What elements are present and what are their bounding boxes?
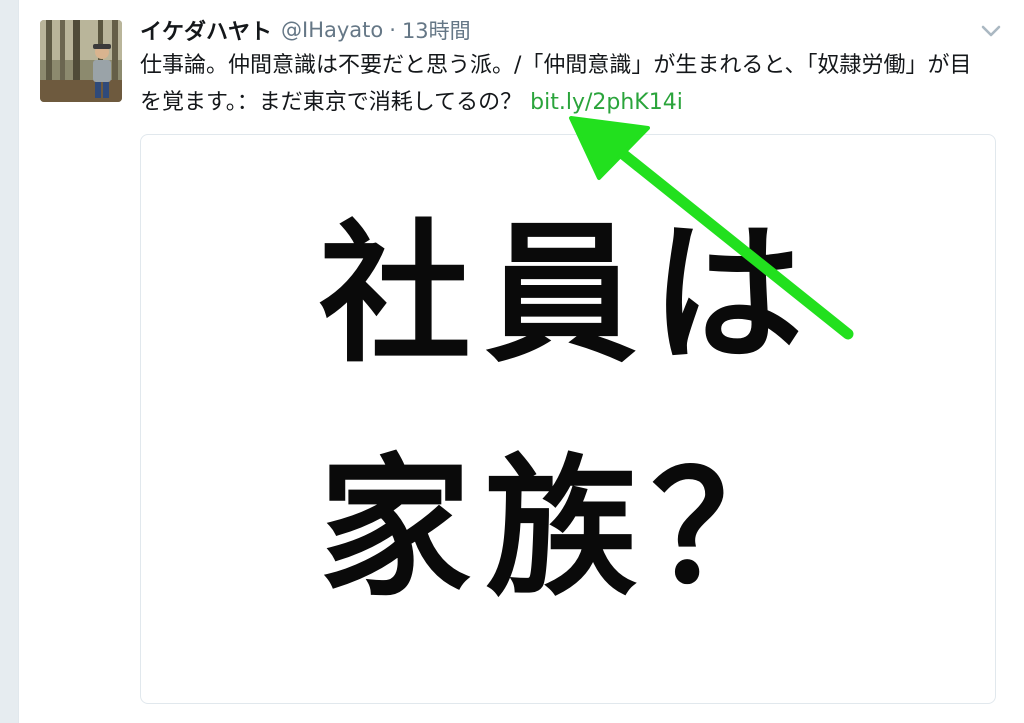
card-headline-line-1: 社員は [319,206,817,383]
author-handle[interactable]: @IHayato [281,18,383,42]
author-name[interactable]: イケダハヤト [140,14,272,46]
tweet-text: 仕事論。仲間意識は不要だと思う派。/「仲間意識」が生まれると、「奴隷労働」が目を… [140,47,980,121]
tweet[interactable]: イケダハヤト @IHayato · 13時間 仕事論。仲間意識は不要だと思う派。… [18,0,1024,723]
tweet-timestamp[interactable]: 13時間 [402,15,471,45]
tweet-link[interactable]: bit.ly/2phK14i [530,90,683,115]
chevron-down-icon[interactable] [976,16,1006,46]
card-headline-line-2: 家族？ [319,440,817,617]
avatar[interactable] [40,20,122,102]
tweet-header: イケダハヤト @IHayato · 13時間 [140,13,471,47]
avatar-photo [40,20,122,102]
media-card[interactable]: 社員は 家族？ [140,134,996,704]
separator-dot: · [389,18,396,42]
